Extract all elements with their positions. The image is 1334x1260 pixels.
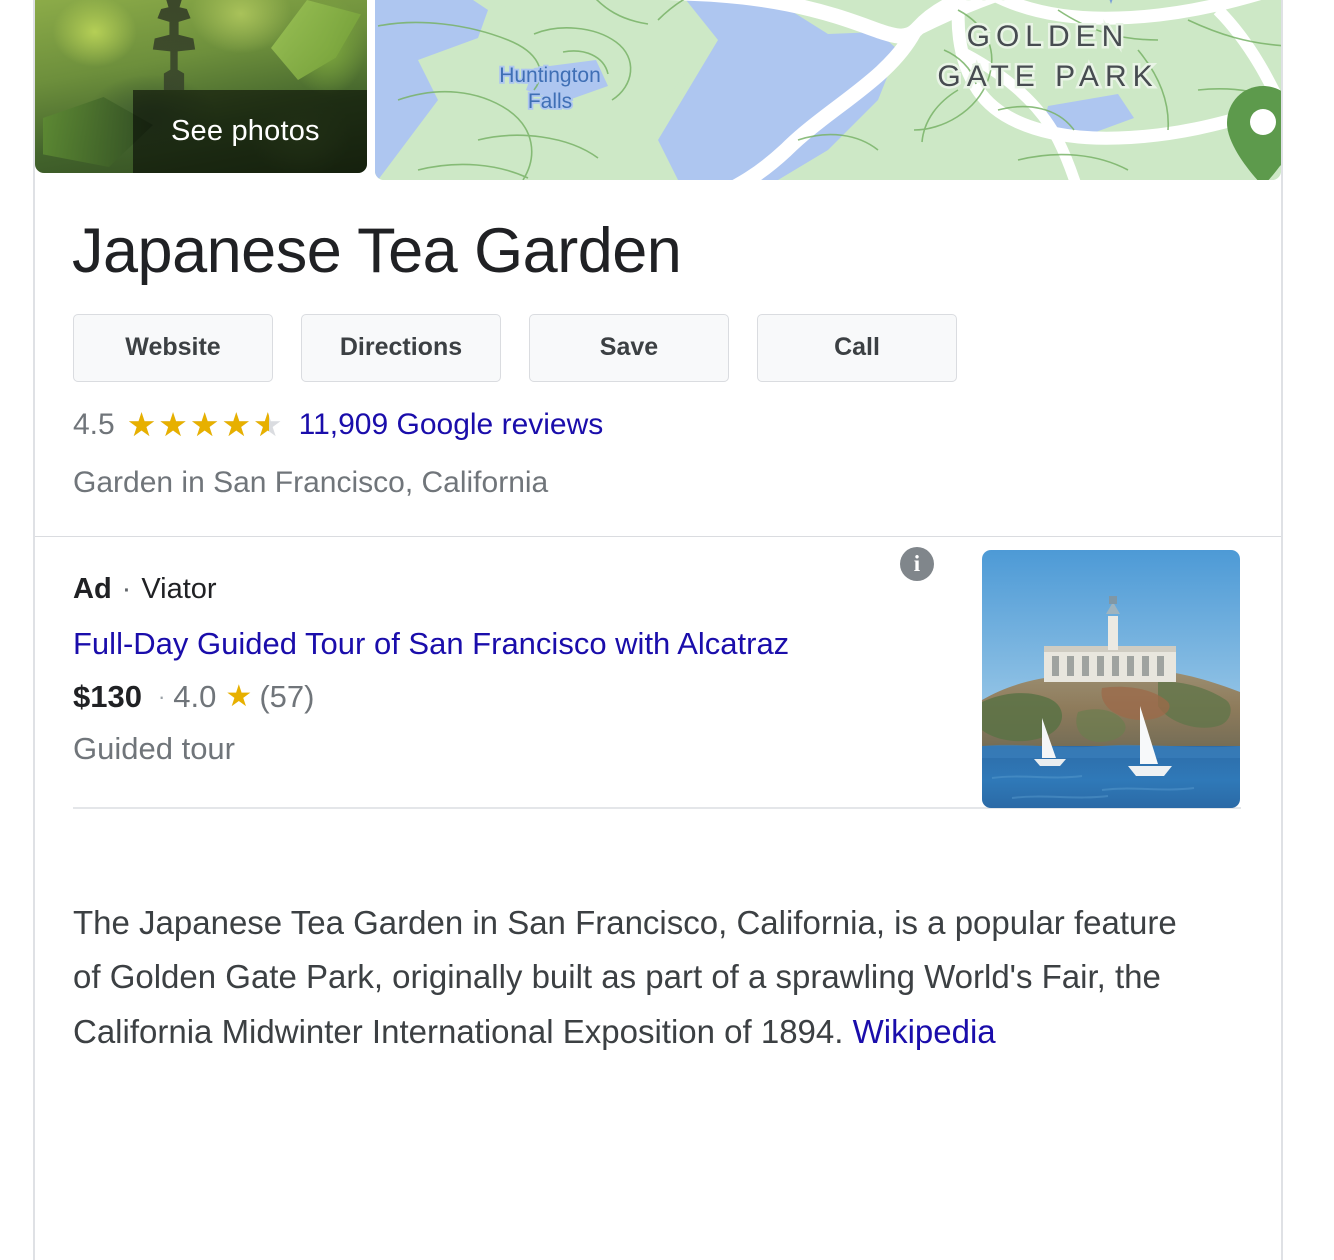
ad-price-separator: · (158, 684, 165, 710)
wikipedia-link[interactable]: Wikipedia (853, 1013, 996, 1050)
google-reviews-link[interactable]: 11,909 Google reviews (299, 408, 604, 442)
ad-source: Viator (141, 573, 216, 606)
star-rating-icon: ★★★★★ ★★★★★ (127, 408, 285, 442)
media-strip: See photos (35, 0, 1281, 180)
map-label-gate-park: GATE PARK (937, 60, 1158, 93)
leaf-shape-right (271, 0, 361, 80)
ad-review-count: (57) (259, 679, 314, 715)
rating-row: 4.5 ★★★★★ ★★★★★ 11,909 Google reviews (35, 382, 1281, 442)
ad-label: Ad (73, 573, 112, 606)
ad-separator-dot: · (122, 573, 132, 606)
knowledge-panel: See photos (33, 0, 1283, 1260)
ad-block: Ad · Viator i Full-Day Guided Tour of Sa… (35, 537, 1281, 767)
directions-button[interactable]: Directions (301, 314, 501, 382)
map-label-huntington: Huntington (499, 64, 601, 87)
ad-title-link[interactable]: Full-Day Guided Tour of San Francisco wi… (73, 623, 848, 664)
place-photo-thumbnail[interactable]: See photos (35, 0, 367, 173)
ad-price: $130 (73, 679, 142, 715)
see-photos-label: See photos (171, 115, 320, 148)
place-description: The Japanese Tea Garden in San Francisco… (35, 842, 1235, 1059)
stone-lantern-shape (151, 0, 197, 90)
info-icon[interactable]: i (900, 547, 934, 581)
map-label-golden: GOLDEN (967, 20, 1130, 53)
ad-thumbnail[interactable] (982, 550, 1240, 808)
place-map[interactable]: of Sciences Huntington Falls GOLDEN GATE… (375, 0, 1281, 180)
website-button[interactable]: Website (73, 314, 273, 382)
description-text: The Japanese Tea Garden in San Francisco… (73, 904, 1177, 1050)
alcatraz-island-graphic (982, 550, 1240, 808)
call-button[interactable]: Call (757, 314, 957, 382)
panel-content: Japanese Tea Garden Website Directions S… (35, 180, 1281, 1059)
rating-value: 4.5 (73, 408, 115, 442)
map-label-of-sciences: of Sciences (931, 0, 1065, 4)
map-graphic: of Sciences Huntington Falls GOLDEN GATE… (375, 0, 1281, 180)
action-button-row: Website Directions Save Call (35, 287, 1281, 382)
ad-rating-value: 4.0 (173, 679, 216, 715)
see-photos-button[interactable]: See photos (133, 90, 367, 173)
save-button[interactable]: Save (529, 314, 729, 382)
ad-star-icon: ★ (225, 679, 252, 714)
place-category: Garden in San Francisco, California (35, 442, 1281, 500)
page-title: Japanese Tea Garden (35, 180, 1281, 287)
map-label-falls: Falls (528, 90, 572, 113)
